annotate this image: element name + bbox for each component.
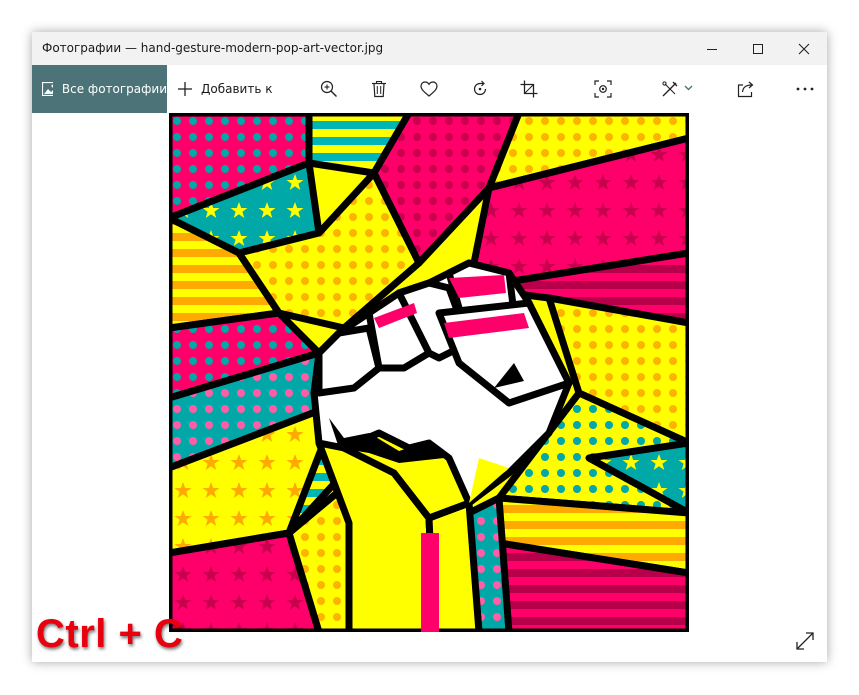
rotate-icon	[473, 80, 487, 96]
favorite-icon	[420, 81, 438, 97]
enhance-icon	[594, 80, 612, 98]
photo-gallery-icon	[42, 82, 53, 96]
minimize-icon	[707, 48, 717, 50]
maximize-button[interactable]	[735, 32, 781, 65]
hotkey-overlay: Ctrl + C	[36, 612, 184, 656]
minimize-button[interactable]	[689, 32, 735, 65]
pop-art-fist-image	[169, 113, 689, 632]
crop-button[interactable]	[517, 77, 541, 101]
enhance-button[interactable]	[591, 77, 615, 101]
edit-icon	[662, 81, 693, 97]
add-to-button[interactable]: Добавить к	[177, 65, 272, 113]
share-icon	[737, 81, 754, 98]
delete-button[interactable]	[367, 77, 391, 101]
more-button[interactable]	[793, 77, 817, 101]
add-to-label: Добавить к	[201, 82, 273, 96]
toolbar: Все фотографии Добавить к	[32, 65, 827, 113]
zoom-button[interactable]	[317, 77, 341, 101]
close-button[interactable]	[781, 32, 827, 65]
all-photos-button[interactable]: Все фотографии	[32, 65, 167, 113]
share-button[interactable]	[734, 77, 758, 101]
edit-create-button[interactable]	[659, 77, 703, 101]
close-icon	[798, 43, 810, 54]
all-photos-label: Все фотографии	[61, 82, 167, 96]
window-title: Фотографии — hand-gesture-modern-pop-art…	[42, 41, 384, 55]
more-icon	[796, 87, 814, 91]
favorite-button[interactable]	[417, 77, 441, 101]
fullscreen-button[interactable]	[793, 629, 817, 653]
zoom-in-icon	[320, 80, 337, 97]
delete-icon	[372, 80, 386, 98]
plus-icon	[178, 82, 192, 96]
expand-icon	[796, 632, 814, 650]
maximize-icon	[753, 43, 763, 54]
title-bar[interactable]: Фотографии — hand-gesture-modern-pop-art…	[32, 32, 827, 65]
photo-viewer[interactable]	[169, 113, 689, 632]
crop-icon	[520, 80, 538, 98]
photos-app-window: Фотографии — hand-gesture-modern-pop-art…	[32, 32, 827, 662]
rotate-button[interactable]	[468, 77, 492, 101]
